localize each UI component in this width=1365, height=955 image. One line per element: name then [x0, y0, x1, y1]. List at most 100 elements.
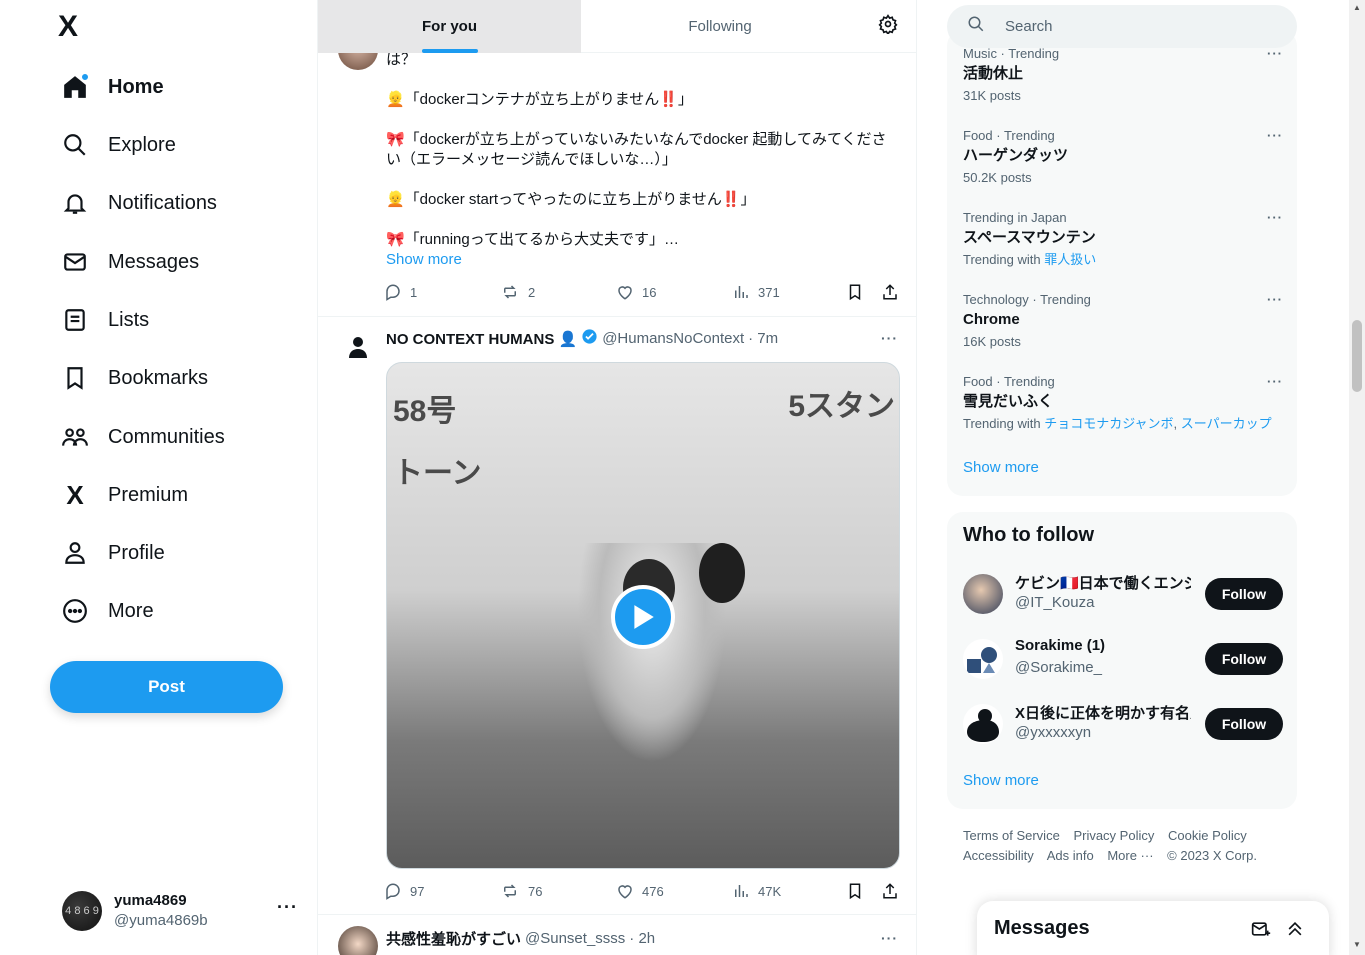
timeline-settings-button[interactable]	[859, 0, 916, 53]
account-switcher[interactable]: 4 8 6 9 yuma4869 @yuma4869b ···	[62, 889, 302, 933]
share-button[interactable]	[881, 283, 907, 301]
nav-more[interactable]: More	[60, 589, 154, 633]
repost-button[interactable]: 2	[500, 283, 535, 301]
share-button[interactable]	[881, 882, 907, 900]
more-dots-icon[interactable]: ···	[1267, 374, 1283, 389]
views-button[interactable]: 47K	[732, 882, 781, 900]
follow-button[interactable]: Follow	[1205, 708, 1283, 740]
bookmark-button[interactable]	[846, 283, 872, 301]
views-button[interactable]: 371	[732, 283, 780, 301]
tweet-text-line: 👱「docker startってやったのに立ち上がりません‼️」	[386, 191, 756, 208]
tab-following[interactable]: Following	[581, 0, 859, 53]
account-names: yuma4869 @yuma4869b	[114, 891, 208, 931]
scroll-down-arrow-icon[interactable]: ▼	[1353, 940, 1361, 949]
new-message-icon[interactable]	[1251, 919, 1271, 944]
nav-messages[interactable]: Messages	[60, 240, 199, 284]
trend-link[interactable]: チョコモナカジャンボ	[1044, 416, 1173, 431]
avatar[interactable]	[338, 926, 378, 955]
more-dots-icon[interactable]: ···	[1267, 210, 1283, 225]
search-bar	[947, 5, 1297, 48]
footer-link[interactable]: Ads info	[1047, 848, 1094, 863]
play-icon	[634, 605, 654, 629]
nav-bookmarks[interactable]: Bookmarks	[60, 356, 208, 400]
trend-item[interactable]: Food · Trending ハーゲンダッツ 50.2K posts ···	[963, 128, 1293, 186]
more-dots-icon[interactable]: ···	[1267, 46, 1283, 61]
tab-label: Following	[688, 18, 752, 35]
bookmark-button[interactable]	[846, 882, 872, 900]
author-handle[interactable]: @Sunset_ssss	[525, 930, 625, 947]
trend-link[interactable]: 罪人扱い	[1044, 252, 1096, 267]
play-button[interactable]	[611, 585, 675, 649]
nav-home[interactable]: Home	[60, 65, 164, 109]
nav-notifications[interactable]: Notifications	[60, 181, 217, 225]
tab-for-you[interactable]: For you	[318, 0, 581, 53]
author-name[interactable]: NO CONTEXT HUMANS 👤	[386, 330, 577, 348]
footer-link[interactable]: Terms of Service	[963, 828, 1060, 843]
account-handle: @yuma4869b	[114, 912, 208, 929]
suggestion-handle: @yxxxxxyn	[1015, 724, 1092, 741]
more-dots-icon[interactable]: ···	[1267, 128, 1283, 143]
divider	[318, 914, 916, 915]
trend-with: Trending with チョコモナカジャンボ, スーパーカップ	[963, 416, 1272, 431]
trend-link[interactable]: スーパーカップ	[1181, 416, 1272, 431]
scrollbar-thumb[interactable]	[1352, 320, 1362, 392]
trend-item[interactable]: Trending in Japan スペースマウンテン Trending wit…	[963, 210, 1293, 268]
footer-link[interactable]: More ···	[1107, 848, 1153, 863]
tab-label: For you	[422, 18, 477, 35]
trends-show-more-link[interactable]: Show more	[963, 459, 1039, 476]
like-button[interactable]: 476	[616, 882, 664, 900]
nav-lists[interactable]: Lists	[60, 298, 149, 342]
follow-suggestion[interactable]: Sorakime (1) @Sorakime_ Follow	[963, 637, 1283, 681]
repost-icon	[504, 285, 516, 299]
author-name[interactable]: 共感性羞恥がすごい	[386, 928, 521, 949]
tweet-actions: 97 76 476 47K	[384, 882, 904, 904]
footer-link[interactable]: Cookie Policy	[1168, 828, 1247, 843]
post-button[interactable]: Post	[50, 661, 283, 713]
messages-drawer[interactable]: Messages	[977, 901, 1329, 955]
more-dots-icon[interactable]: ···	[881, 330, 898, 346]
more-dots-icon[interactable]: ···	[881, 930, 898, 946]
footer-link[interactable]: Privacy Policy	[1073, 828, 1154, 843]
nav-premium[interactable]: X Premium	[60, 473, 188, 517]
follow-button[interactable]: Follow	[1205, 643, 1283, 675]
gear-icon	[878, 14, 898, 39]
reply-button[interactable]: 97	[384, 882, 424, 900]
scroll-up-arrow-icon[interactable]: ▲	[1353, 3, 1361, 12]
follow-suggestion[interactable]: X日後に正体を明かす有名人 @yxxxxxyn Follow	[963, 702, 1283, 746]
page-scrollbar[interactable]: ▲ ▼	[1349, 0, 1365, 955]
trend-item[interactable]: Technology · Trending Chrome 16K posts ·…	[963, 292, 1293, 350]
trend-count: 31K posts	[963, 88, 1021, 103]
chevron-up-icon[interactable]	[1285, 919, 1305, 944]
author-handle[interactable]: @HumansNoContext	[602, 330, 744, 347]
tweet-time[interactable]: · 7m	[748, 330, 778, 347]
reply-icon	[386, 284, 400, 301]
video-thumbnail[interactable]: 58号 トーン 5スタン	[386, 362, 900, 869]
repost-button[interactable]: 76	[500, 882, 542, 900]
nav-profile[interactable]: Profile	[60, 531, 165, 575]
nav-explore[interactable]: Explore	[60, 123, 176, 167]
who-to-follow-title: Who to follow	[963, 524, 1095, 546]
repost-count: 76	[528, 883, 543, 899]
share-icon	[883, 883, 897, 899]
follow-button[interactable]: Follow	[1205, 578, 1283, 610]
tweet-text-line: い（エラーメッセージ読んでほしいな…）」	[386, 151, 677, 168]
more-dots-icon[interactable]: ···	[1267, 292, 1283, 307]
tweet-time[interactable]: · 2h	[629, 930, 655, 947]
show-more-link[interactable]: Show more	[386, 251, 462, 268]
follow-show-more-link[interactable]: Show more	[963, 772, 1039, 789]
x-logo-icon[interactable]: X	[58, 12, 94, 42]
like-button[interactable]: 16	[616, 283, 656, 301]
trends-panel: Music · Trending 活動休止 31K posts ··· Food…	[947, 30, 1297, 496]
trend-category: Food · Trending	[963, 128, 1055, 143]
search-input[interactable]	[1005, 18, 1265, 35]
follow-suggestion[interactable]: ケビン🇫🇷日本で働くエンジニア @IT_Kouza Follow	[963, 572, 1283, 616]
trend-item[interactable]: Food · Trending 雪見だいふく Trending with チョコ…	[963, 374, 1293, 432]
trend-item[interactable]: Music · Trending 活動休止 31K posts ···	[963, 46, 1293, 104]
avatar[interactable]	[338, 326, 378, 366]
reply-button[interactable]: 1	[384, 283, 417, 301]
more-dots-icon[interactable]: ···	[277, 897, 298, 918]
nav-communities[interactable]: Communities	[60, 415, 225, 459]
notification-dot	[81, 73, 89, 81]
trend-category: Trending in Japan	[963, 210, 1067, 225]
footer-link[interactable]: Accessibility	[963, 848, 1034, 863]
